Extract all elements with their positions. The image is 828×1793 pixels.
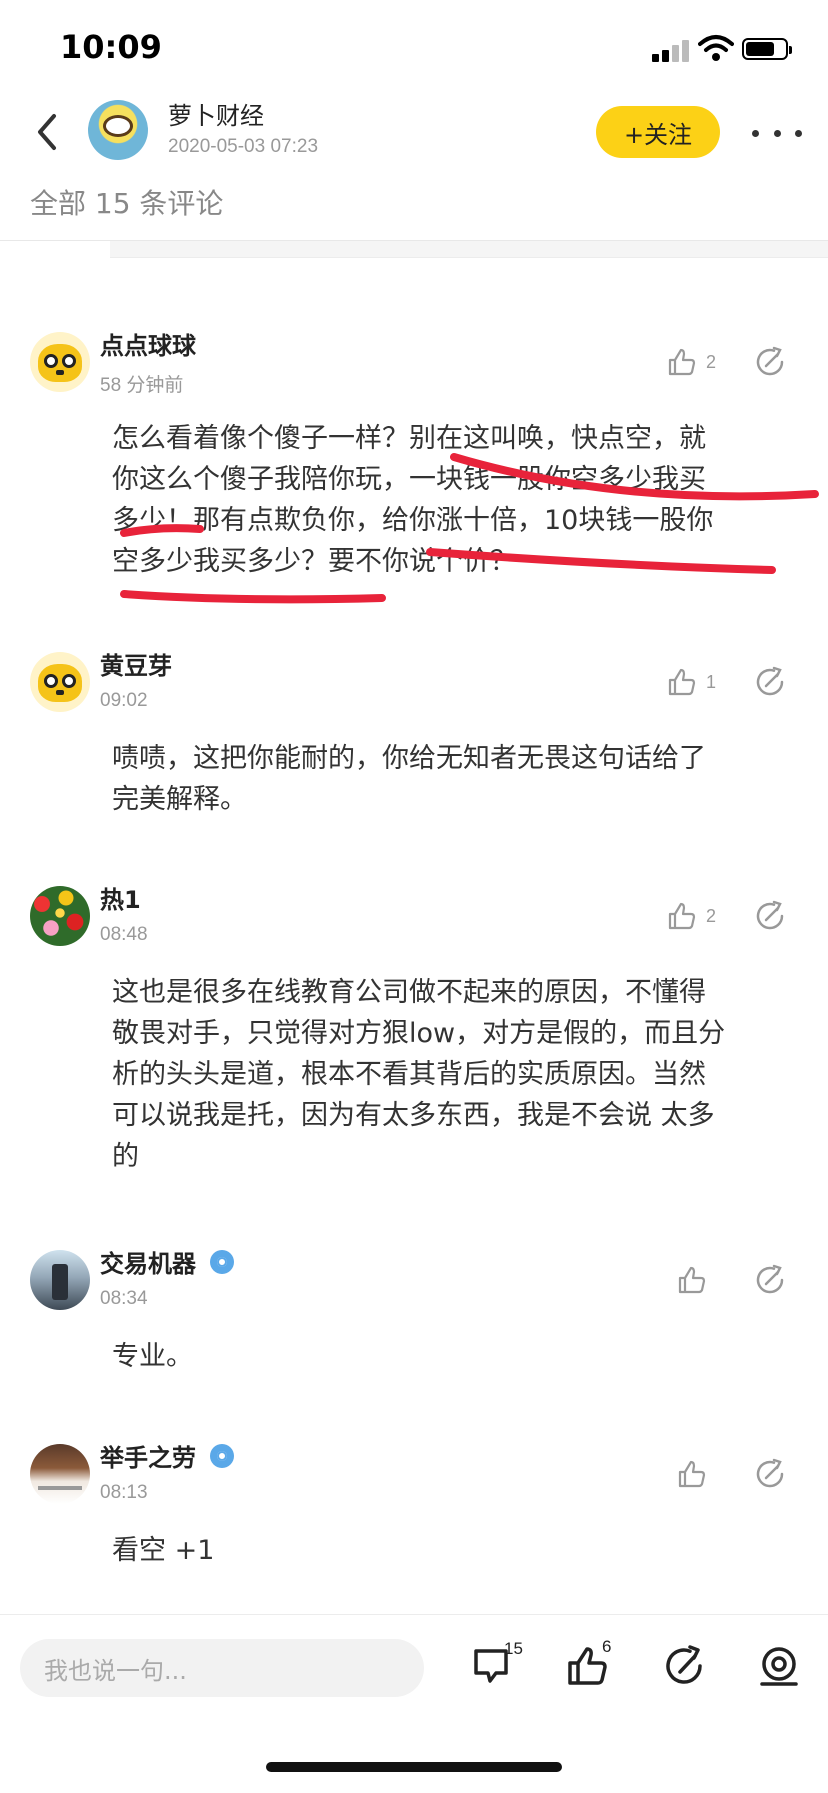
share-icon[interactable] [752,1456,788,1492]
comment-author-name[interactable]: 举手之劳 [100,1438,196,1473]
like-button[interactable]: 2 [666,896,736,936]
verified-icon [210,1443,234,1468]
home-indicator[interactable] [266,1762,562,1772]
comment-time: 08:34 [100,1288,148,1309]
share-icon[interactable] [752,1262,788,1298]
comment-line: 完美解释。 [112,784,247,815]
avatar[interactable] [30,652,90,712]
post-time: 2020-05-03 07:23 [168,136,319,157]
wifi-icon [698,35,734,61]
comment-author-name[interactable]: 黄豆芽 [100,646,172,681]
comment-line: 这也是很多在线教育公司做不起来的原因，不懂得 [112,977,706,1008]
comment-count: 15 [504,1639,523,1658]
author-avatar[interactable] [88,100,148,160]
comment-line: 多少！那有点欺负你，给你涨十倍，10块钱一股你 [112,505,714,536]
comment-line: 你这么个傻子我陪你玩，一块钱一股你空多少我买 [112,464,706,495]
comment-author-name[interactable]: 交易机器 [100,1244,196,1279]
comment-time: 09:02 [100,690,148,711]
follow-button[interactable]: +关注 [596,106,720,158]
comment-text: 这也是很多在线教育公司做不起来的原因，不懂得 敬畏对手，只觉得对方狠low，对方… [112,972,804,1177]
comment-author-name[interactable]: 点点球球 [100,326,196,361]
thumb-up-icon [678,1460,706,1488]
comment-line: 空多少我买多少？要不你说个价？ [112,546,517,577]
comment-line: 的 [112,1141,139,1172]
share-icon[interactable] [662,1643,708,1689]
comment-text: 怎么看着像个傻子一样？别在这叫唤，快点空，就 你这么个傻子我陪你玩，一块钱一股你… [112,418,804,582]
comment-line: 怎么看着像个傻子一样？别在这叫唤，快点空，就 [112,423,706,454]
avatar[interactable] [30,1250,90,1310]
like-button[interactable]: 1 [666,662,736,702]
avatar[interactable] [30,332,90,392]
like-button[interactable] [666,1260,736,1300]
comment-line: 析的头头是道，根本不看其背后的实质原因。当然 [112,1059,706,1090]
thumb-up-icon [668,348,696,376]
thumb-up-icon [668,668,696,696]
author-name[interactable]: 萝卜财经 [168,96,264,131]
comment-author[interactable]: 交易机器 [100,1244,234,1279]
avatar[interactable] [30,886,90,946]
comment-line: 啧啧，这把你能耐的，你给无知者无畏这句话给了 [112,743,706,774]
like-button[interactable] [666,1454,736,1494]
avatar[interactable] [30,1444,90,1504]
comment-text: 看空 +1 [112,1530,804,1571]
quoted-content-stub [110,241,828,258]
share-icon[interactable] [752,344,788,380]
comment-input[interactable]: 我也说一句... [20,1639,424,1697]
like-button[interactable]: 2 [666,342,736,382]
more-icon[interactable] [752,118,802,148]
like-count: 1 [706,671,717,692]
favorite-icon[interactable] [756,1643,802,1689]
comment-time: 58 分钟前 [100,375,184,396]
comment-line: 看空 +1 [112,1535,215,1566]
comment-line: 可以说我是托，因为有太多东西，我是不会说 太多 [112,1100,715,1131]
comment-author[interactable]: 举手之劳 [100,1438,234,1473]
comment-author[interactable]: 点点球球 [100,326,196,361]
like-count: 2 [706,905,717,926]
status-bar: 10:09 [0,0,828,96]
thumb-up-icon [678,1266,706,1294]
signal-icon [652,38,692,62]
like-count: 6 [602,1637,612,1656]
comment-text: 啧啧，这把你能耐的，你给无知者无畏这句话给了 完美解释。 [112,738,804,820]
battery-icon [742,38,792,60]
share-icon[interactable] [752,664,788,700]
comment-time: 08:48 [100,924,148,945]
back-icon[interactable] [28,108,68,156]
verified-icon [210,1249,234,1274]
comment-time: 08:13 [100,1482,148,1503]
comment-author-name[interactable]: 热1 [100,880,141,915]
status-time: 10:09 [60,28,162,66]
comment-author[interactable]: 热1 [100,880,141,915]
comment-line: 敬畏对手，只觉得对方狠low，对方是假的，而且分 [112,1018,726,1049]
comment-text: 专业。 [112,1336,804,1377]
comment-author[interactable]: 黄豆芽 [100,646,172,681]
comment-line: 专业。 [112,1341,193,1372]
thumb-up-icon [668,902,696,930]
comment-count-title: 全部 15 条评论 [30,187,224,220]
like-count: 2 [706,351,717,372]
share-icon[interactable] [752,898,788,934]
